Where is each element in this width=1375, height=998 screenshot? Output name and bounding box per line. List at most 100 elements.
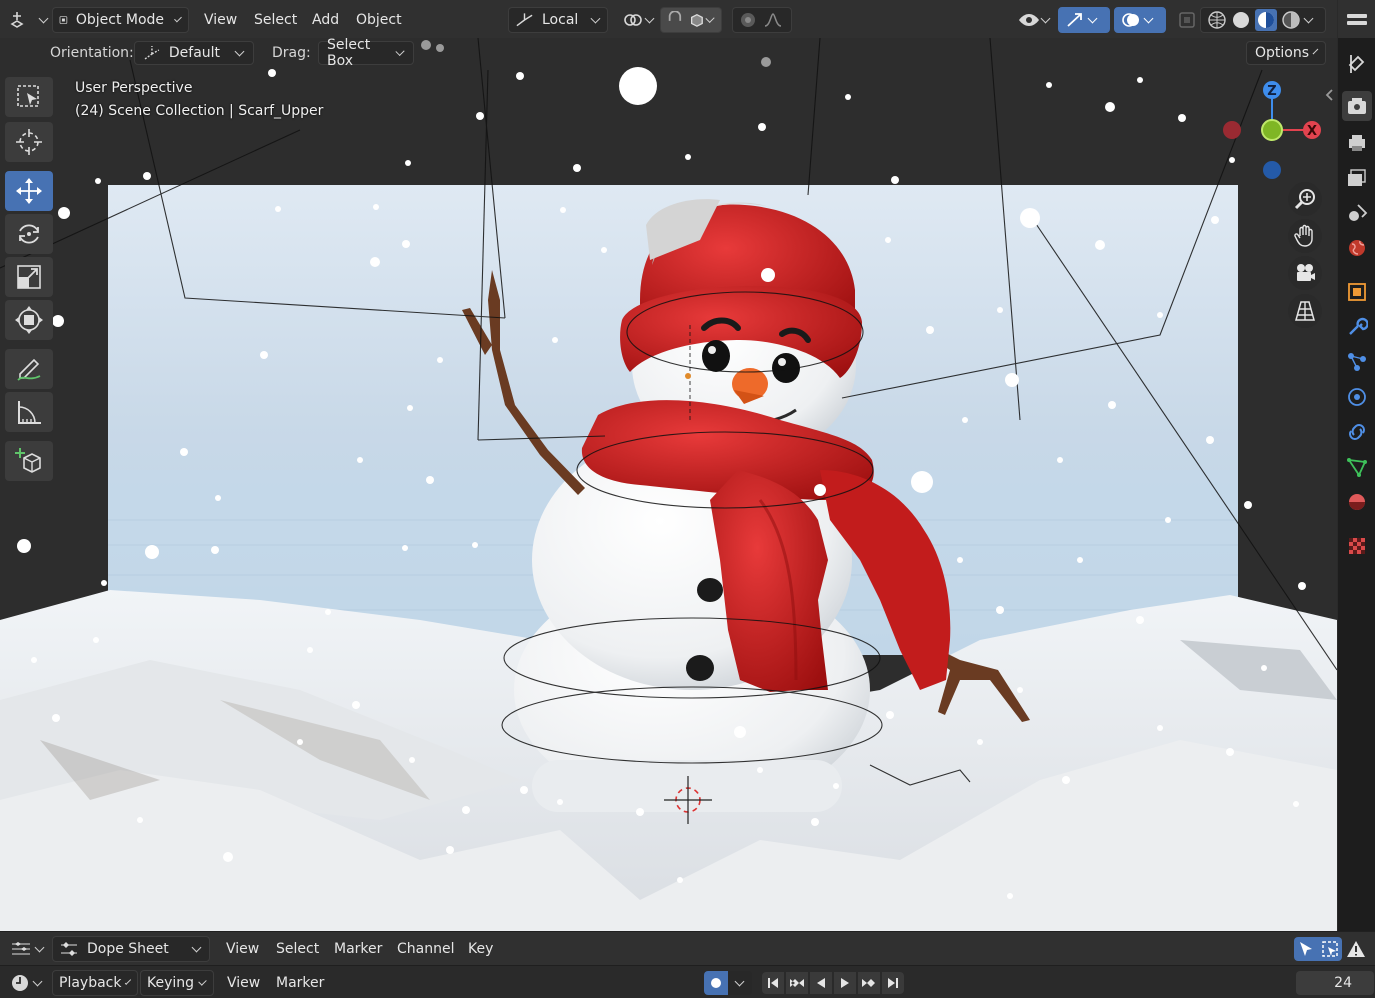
menu-object[interactable]: Object: [356, 7, 402, 33]
dope-mode-dropdown[interactable]: Dope Sheet: [52, 936, 210, 962]
scale-tool[interactable]: [5, 257, 53, 297]
dope-sheet-header: Dope Sheet View Select Marker Channel Ke…: [0, 931, 1375, 965]
warning-icon[interactable]: [1345, 939, 1367, 959]
scene-icon: [1349, 204, 1368, 221]
tab-view-layer[interactable]: [1345, 166, 1369, 190]
dope-menu-channel[interactable]: Channel: [397, 936, 454, 962]
dope-editor-icon: [12, 942, 30, 955]
visibility-button[interactable]: [1012, 7, 1057, 33]
render-camera-icon: [1348, 98, 1366, 114]
timeline-editor-type-button[interactable]: [4, 970, 49, 996]
tab-object[interactable]: [1345, 280, 1369, 304]
tab-physics[interactable]: [1345, 385, 1369, 409]
gizmo-neg-z-axis[interactable]: [1263, 161, 1281, 179]
record-button[interactable]: [704, 971, 728, 995]
orientation-dropdown[interactable]: Default: [134, 41, 254, 65]
mode-dropdown[interactable]: Object Mode: [52, 7, 189, 33]
tab-data[interactable]: [1345, 455, 1369, 479]
proportional-editing[interactable]: [732, 7, 792, 33]
transform-orientation-dropdown[interactable]: Local: [508, 7, 608, 33]
select-box-tool[interactable]: [5, 77, 53, 117]
tab-material[interactable]: [1345, 490, 1369, 514]
jump-end-button[interactable]: [882, 972, 904, 994]
next-keyframe-button[interactable]: [858, 972, 880, 994]
drag-dropdown[interactable]: Select Box: [318, 37, 414, 69]
menu-view[interactable]: View: [204, 7, 237, 33]
object-mode-icon: [59, 16, 68, 24]
editor-type-button[interactable]: [4, 7, 55, 33]
measure-tool[interactable]: [5, 392, 53, 432]
xray-toggle[interactable]: [1172, 7, 1202, 33]
tab-scene[interactable]: [1345, 201, 1369, 225]
play-button[interactable]: [834, 972, 856, 994]
tab-texture[interactable]: [1345, 534, 1369, 558]
annotate-tool[interactable]: [5, 349, 53, 389]
box-select-icon[interactable]: [1321, 940, 1339, 958]
pan-button[interactable]: [1288, 219, 1322, 253]
menu-select[interactable]: Select: [254, 7, 297, 33]
perspective-toggle-button[interactable]: [1288, 294, 1322, 328]
record-dot-icon: [711, 978, 721, 988]
move-tool[interactable]: [5, 171, 53, 211]
dope-menu-marker[interactable]: Marker: [334, 936, 382, 962]
mode-label: Object Mode: [75, 12, 165, 28]
dope-editor-type-button[interactable]: [4, 936, 51, 962]
jump-start-button[interactable]: [762, 972, 784, 994]
tab-tool[interactable]: [1345, 52, 1369, 76]
select-arrow-icon[interactable]: [1297, 940, 1315, 958]
material-shading-icon[interactable]: [1255, 9, 1277, 31]
zoom-button[interactable]: [1288, 182, 1322, 216]
dope-menu-select[interactable]: Select: [276, 936, 319, 962]
timeline-menu-marker[interactable]: Marker: [276, 970, 324, 996]
shading-mode-group[interactable]: [1200, 7, 1326, 33]
transform-tool[interactable]: [5, 300, 53, 340]
sidebar-expand-chevron-icon[interactable]: [1324, 88, 1334, 102]
tab-render[interactable]: [1342, 91, 1372, 121]
rendered-shading-icon[interactable]: [1281, 10, 1301, 30]
pivot-point-button[interactable]: [616, 7, 661, 33]
snap-toggle[interactable]: [660, 7, 722, 33]
camera-view-button[interactable]: [1288, 256, 1322, 290]
timeline-menu-view[interactable]: View: [227, 970, 260, 996]
overlays-toggle[interactable]: [1114, 7, 1166, 33]
zoom-magnifier-icon: [1294, 189, 1315, 210]
camera-icon: [1297, 264, 1315, 281]
cursor-icon: [16, 129, 42, 155]
dope-menu-view[interactable]: View: [226, 936, 259, 962]
current-frame-field[interactable]: 24: [1296, 971, 1374, 995]
orientation-axes-icon: [516, 13, 533, 27]
tab-world[interactable]: [1345, 236, 1369, 260]
select-box-icon: [17, 85, 39, 107]
proportional-icon: [741, 13, 755, 27]
play-reverse-button[interactable]: [810, 972, 832, 994]
view-layer-icon: [1348, 169, 1366, 186]
prev-keyframe-button[interactable]: [786, 972, 808, 994]
dope-sheet-mode-icon: [61, 942, 77, 956]
editor-type-icon: [10, 12, 24, 28]
add-cube-tool[interactable]: [5, 441, 53, 481]
physics-orbit-icon: [1348, 388, 1366, 406]
3d-viewport[interactable]: User Perspective (24) Scene Collection |…: [0, 38, 1337, 931]
dope-menu-key[interactable]: Key: [468, 936, 493, 962]
solid-shading-icon[interactable]: [1231, 10, 1251, 30]
editor-type-properties[interactable]: [1345, 9, 1369, 33]
keying-menu[interactable]: Keying: [140, 970, 214, 996]
auto-keying-group[interactable]: [704, 971, 752, 995]
menu-add[interactable]: Add: [312, 7, 339, 33]
tab-output[interactable]: [1345, 131, 1369, 155]
cursor-tool[interactable]: [5, 122, 53, 162]
rotate-tool[interactable]: [5, 214, 53, 254]
texture-checker-icon: [1349, 538, 1365, 554]
magnet-icon: [668, 11, 682, 21]
dope-select-toggle-group[interactable]: [1294, 937, 1342, 961]
gizmo-neg-x-axis[interactable]: [1223, 121, 1241, 139]
tab-modifiers[interactable]: [1345, 315, 1369, 339]
playback-menu[interactable]: Playback: [52, 970, 138, 996]
tab-particles[interactable]: [1345, 350, 1369, 374]
navigation-gizmo[interactable]: Z X: [1216, 80, 1326, 190]
gizmo-y-axis[interactable]: [1261, 119, 1283, 141]
wireframe-shading-icon[interactable]: [1207, 10, 1227, 30]
tab-constraints[interactable]: [1345, 420, 1369, 444]
options-dropdown[interactable]: Options: [1246, 41, 1326, 65]
gizmo-toggle[interactable]: [1058, 7, 1110, 33]
